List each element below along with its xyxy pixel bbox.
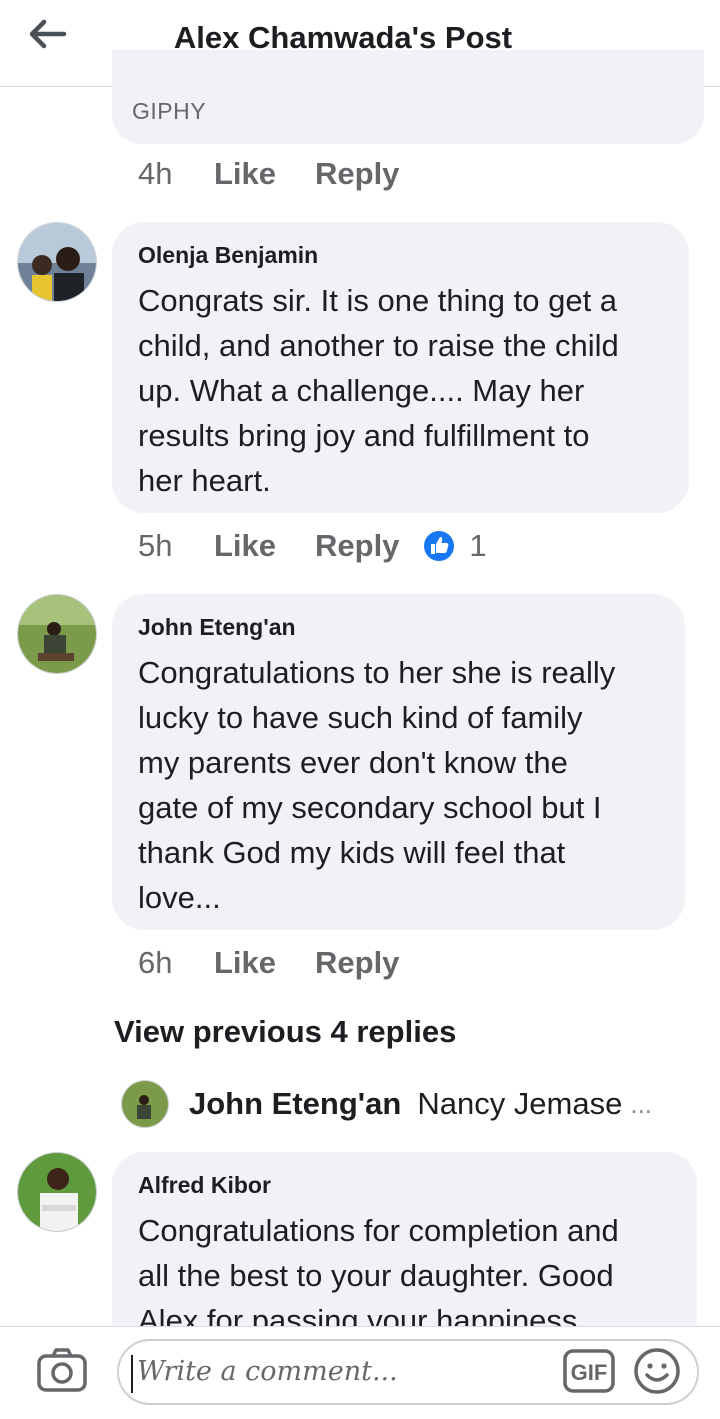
comment-actions: 5h Like Reply 1 [138,528,487,564]
comment-text: Congratulations to her she is really luc… [138,650,615,920]
comment-line: her heart. [138,463,271,498]
gif-button[interactable]: GIF [563,1349,615,1393]
reply-preview[interactable]: John Eteng'an Nancy Jemase ... [121,1080,652,1128]
comment-input[interactable]: Write a comment... GIF [117,1339,699,1405]
reaction-count: 1 [469,528,487,563]
smiley-icon[interactable] [633,1347,681,1395]
comment-line: all the best to your daughter. Good [138,1258,614,1293]
comment-line: results bring joy and fulfillment to [138,418,590,453]
reply-button[interactable]: Reply [315,528,399,564]
text-caret [131,1355,133,1393]
comment-line: my parents ever don't know the [138,745,568,780]
reply-button[interactable]: Reply [315,945,399,981]
comment-composer: Write a comment... GIF [0,1326,720,1419]
thumbs-up-icon [424,531,455,561]
camera-icon[interactable] [36,1347,88,1395]
avatar[interactable] [17,594,97,674]
comment-bubble[interactable]: Alfred Kibor Congratulations for complet… [112,1152,697,1352]
comment-text: Congratulations for completion and all t… [138,1208,619,1343]
giphy-attachment[interactable]: GIPHY [112,50,704,144]
comment-author[interactable]: John Eteng'an [138,614,296,641]
view-previous-replies-link[interactable]: View previous 4 replies [114,1014,456,1050]
gif-label: GIF [571,1360,608,1385]
reply-snippet: Nancy Jemase [417,1086,623,1121]
reply-author: John Eteng'an [189,1086,402,1121]
comment-line: up. What a challenge.... May her [138,373,585,408]
comment-line: Congratulations for completion and [138,1213,619,1248]
comment-line: thank God my kids will feel that [138,835,566,870]
comment-line: Congratulations to her she is really [138,655,616,690]
comment-line: child, and another to raise the child [138,328,619,363]
avatar[interactable] [17,1152,97,1232]
reaction-summary[interactable]: 1 [423,528,487,564]
avatar[interactable] [17,222,97,302]
comment-timestamp: 5h [138,528,173,563]
comment-actions: 4h Like Reply [138,156,399,192]
comment-timestamp: 6h [138,945,173,980]
comment-actions: 6h Like Reply [138,945,399,981]
comment-text: Congrats sir. It is one thing to get a c… [138,278,619,503]
comment-author[interactable]: Olenja Benjamin [138,242,318,269]
comment-bubble[interactable]: Olenja Benjamin Congrats sir. It is one … [112,222,689,513]
comment-timestamp: 4h [138,156,173,191]
like-button[interactable]: Like [214,156,315,192]
reply-button[interactable]: Reply [315,156,399,192]
like-button[interactable]: Like [214,528,315,564]
like-button[interactable]: Like [214,945,315,981]
reply-ellipsis: ... [630,1088,653,1119]
comment-author[interactable]: Alfred Kibor [138,1172,271,1199]
comment-bubble[interactable]: John Eteng'an Congratulations to her she… [112,594,685,930]
avatar [121,1080,169,1128]
comment-placeholder: Write a comment... [137,1356,398,1387]
comment-line: love... [138,880,221,915]
comment-line: lucky to have such kind of family [138,700,583,735]
comment-line: Congrats sir. It is one thing to get a [138,283,618,318]
giphy-label: GIPHY [132,98,207,124]
comment-line: gate of my secondary school but I [138,790,602,825]
